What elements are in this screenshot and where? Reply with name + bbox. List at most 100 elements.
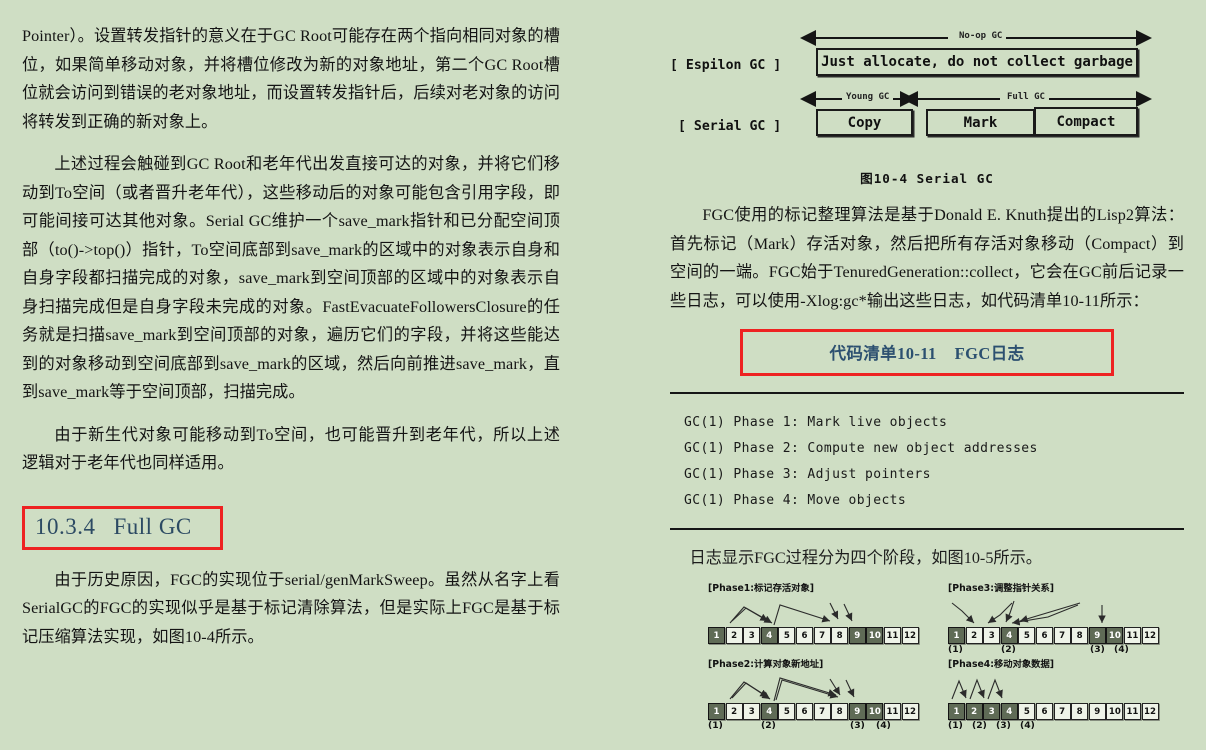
- cell: 10: [866, 627, 884, 644]
- right-paragraph: FGC使用的标记整理算法是基于Donald E. Knuth提出的Lisp2算法…: [670, 206, 1184, 310]
- cell: 1: [708, 703, 725, 720]
- marker: (1): [708, 720, 723, 731]
- phase-1-arrows: [729, 602, 853, 626]
- phase-2-title: [Phase2:计算对象新地址]: [708, 659, 824, 670]
- document-page: Pointer）。设置转发指针的意义在于GC Root可能存在两个指向相同对象的…: [0, 0, 1206, 731]
- cell: 9: [1088, 627, 1106, 644]
- cell: 1: [708, 627, 725, 644]
- code-block-bottom-rule: [670, 528, 1184, 530]
- cell: 7: [813, 627, 831, 644]
- phase-2-cells: 1 2 3 4 5 6 7 8 9 10 11 12: [708, 703, 940, 720]
- phase-3-cells: 1 2 3 4 5 6 7 8 9 10 11 12: [948, 627, 1180, 644]
- cell: 12: [901, 627, 919, 644]
- phase-2-markers: (1) (2) (3) (4): [708, 720, 940, 733]
- marker: (3): [850, 720, 865, 731]
- cell: 2: [725, 627, 743, 644]
- box-compact: Compact: [1034, 107, 1138, 136]
- paragraph-4: 由于历史原因，FGC的实现位于serial/genMarkSweep。虽然从名字…: [22, 570, 560, 646]
- phase-2-arrows: [729, 677, 855, 702]
- marker: (3): [1090, 644, 1105, 655]
- box-mark-label: Mark: [963, 114, 998, 131]
- cell: 5: [1018, 703, 1036, 720]
- box-copy: Copy: [816, 109, 913, 136]
- cell: 11: [1123, 627, 1141, 644]
- box-just-allocate-label: Just allocate, do not collect garbage: [821, 54, 1133, 70]
- cell: 10: [1106, 703, 1124, 720]
- cell: 12: [901, 703, 919, 720]
- figure-10-4-caption: 图10-4 Serial GC: [860, 171, 994, 186]
- cell: 12: [1141, 627, 1159, 644]
- code-line-1: GC(1) Phase 1: Mark live objects: [684, 415, 948, 430]
- cell: 12: [1141, 703, 1159, 720]
- marker: (3): [996, 720, 1011, 731]
- cell: 11: [883, 703, 901, 720]
- section-heading: 10.3.4 Full GC: [22, 505, 223, 550]
- cell: 10: [1106, 627, 1124, 644]
- cell: 2: [725, 703, 743, 720]
- cell: 7: [1053, 703, 1071, 720]
- cell: 4: [760, 703, 778, 720]
- phase-2: [Phase2:计算对象新地址] 1 2 3 4 5 6 7 8 9 10 11…: [708, 656, 940, 733]
- code-block: GC(1) Phase 1: Mark live objects GC(1) P…: [684, 410, 1184, 514]
- code-line-2: GC(1) Phase 2: Compute new object addres…: [684, 441, 1038, 456]
- cell: 4: [760, 627, 778, 644]
- code-block-top-rule: [670, 392, 1184, 394]
- paragraph-3: 由于新生代对象可能移动到To空间，也可能晋升到老年代，所以上述逻辑对于老年代也同…: [22, 425, 560, 473]
- marker: (4): [1114, 644, 1129, 655]
- cell: 4: [1000, 703, 1018, 720]
- cell: 3: [743, 703, 761, 720]
- figure-10-5-intro: 日志显示FGC过程分为四个阶段，如图10-5所示。: [689, 549, 1042, 567]
- cell: 7: [1053, 627, 1071, 644]
- phase-4: [Phase4:移动对象数据] 1 2 3 4 5 6 7 8 9 10 11 …: [948, 656, 1180, 733]
- phase-1-cells: 1 2 3 4 5 6 7 8 9 10 11 12: [708, 627, 940, 644]
- paragraph-2: 上述过程会触碰到GC Root和老年代出发直接可达的对象，并将它们移动到To空间…: [22, 155, 560, 401]
- arrow-label-full-gc: Full GC: [1003, 92, 1049, 102]
- cell: 11: [883, 627, 901, 644]
- figure-10-4: No-op GC Young GC Full GC [ Espilon GC ]…: [670, 16, 1190, 166]
- marker: (2): [1001, 644, 1016, 655]
- phase-3: [Phase3:调整指针关系] 1 2 3 4 5 6 7 8 9 10 11 …: [948, 580, 1180, 657]
- marker: (2): [972, 720, 987, 731]
- cell: 1: [948, 703, 965, 720]
- row-label-serial-gc: [ Serial GC ]: [678, 119, 782, 134]
- left-text-column: Pointer）。设置转发指针的意义在于GC Root可能存在两个指向相同对象的…: [0, 0, 600, 723]
- cell: 9: [1088, 703, 1106, 720]
- marker: (1): [948, 720, 963, 731]
- phase-1: [Phase1:标记存活对象] 1 2 3 4 5 6 7 8 9 10 11 …: [708, 580, 940, 644]
- cell: 10: [866, 703, 884, 720]
- code-line-4: GC(1) Phase 4: Move objects: [684, 493, 907, 508]
- listing-number: 代码清单10-11: [829, 344, 937, 363]
- arrow-label-young-gc: Young GC: [842, 92, 894, 102]
- phase-4-cells: 1 2 3 4 5 6 7 8 9 10 11 12: [948, 703, 1180, 720]
- marker: (4): [1020, 720, 1035, 731]
- section-heading-title: Full GC: [113, 513, 192, 539]
- box-copy-label: Copy: [847, 114, 882, 131]
- cell: 6: [795, 627, 813, 644]
- cell: 2: [965, 703, 983, 720]
- cell: 11: [1123, 703, 1141, 720]
- code-line-3: GC(1) Phase 3: Adjust pointers: [684, 467, 931, 482]
- figure-10-5: [Phase1:标记存活对象] 1 2 3 4 5 6 7 8 9 10 11 …: [670, 580, 1190, 750]
- phase-3-title: [Phase3:调整指针关系]: [948, 583, 1055, 594]
- arrow-label-noop-gc: No-op GC: [955, 31, 1007, 41]
- phase-4-markers: (1) (2) (3) (4): [948, 720, 1180, 733]
- cell: 5: [1018, 627, 1036, 644]
- row-label-espilon-gc: [ Espilon GC ]: [670, 58, 782, 73]
- cell: 3: [743, 627, 761, 644]
- marker: (1): [948, 644, 963, 655]
- cell: 8: [1071, 703, 1089, 720]
- cell: 2: [965, 627, 983, 644]
- phase-1-title: [Phase1:标记存活对象]: [708, 583, 815, 594]
- cell: 8: [1071, 627, 1089, 644]
- cell: 7: [813, 703, 831, 720]
- marker: (4): [876, 720, 891, 731]
- cell: 1: [948, 627, 965, 644]
- listing-caption-box: 代码清单10-11 FGC日志: [740, 329, 1114, 376]
- cell: 9: [848, 703, 866, 720]
- cell: 9: [848, 627, 866, 644]
- cell: 6: [795, 703, 813, 720]
- cell: 3: [983, 703, 1001, 720]
- cell: 6: [1035, 703, 1053, 720]
- phase-4-title: [Phase4:移动对象数据]: [948, 659, 1055, 670]
- cell: 5: [778, 703, 796, 720]
